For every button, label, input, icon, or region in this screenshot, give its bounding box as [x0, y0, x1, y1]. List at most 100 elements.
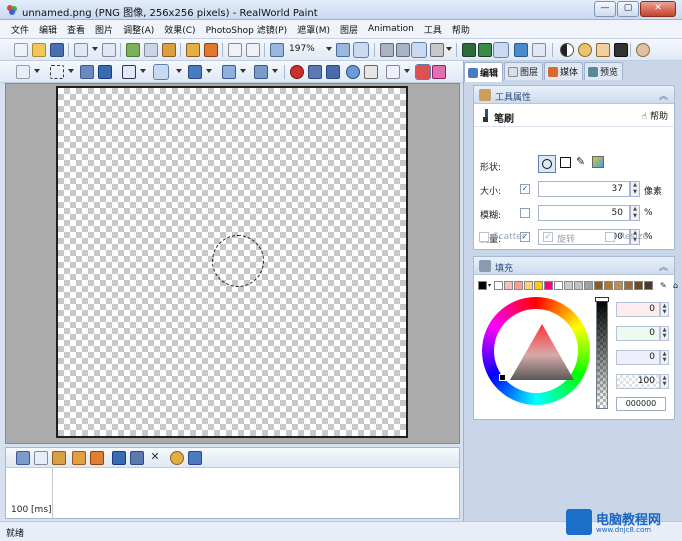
fill-collapse-chevron-icon[interactable]: ︽ — [659, 260, 668, 273]
contrast-icon[interactable] — [560, 43, 574, 57]
menu-photoshop-filters[interactable]: PhotoShop 滤镜(P) — [201, 23, 293, 36]
paste-icon[interactable] — [162, 43, 176, 57]
tab-media[interactable]: 媒体 — [544, 62, 584, 80]
red-spinner[interactable]: ▲ ▼ — [660, 302, 669, 317]
tab-preview[interactable]: 预览 — [584, 62, 624, 80]
swatch-color[interactable] — [564, 281, 573, 290]
fit-screen-icon[interactable] — [353, 42, 369, 58]
resize-checkbox[interactable] — [605, 232, 615, 242]
lasso-icon[interactable] — [98, 65, 112, 79]
marquee-select-icon[interactable] — [50, 65, 64, 79]
eyedropper-small-icon[interactable]: ✎ — [660, 281, 672, 290]
swatch-color[interactable] — [614, 281, 623, 290]
menu-effects[interactable]: 效果(C) — [159, 23, 200, 36]
green-spinner[interactable]: ▲ ▼ — [660, 326, 669, 341]
move-frame-left-icon[interactable] — [112, 451, 126, 465]
pointer-icon[interactable] — [16, 65, 30, 79]
green-input[interactable]: 0 — [616, 326, 660, 341]
redo-icon[interactable] — [102, 43, 116, 57]
pen-icon[interactable] — [614, 43, 628, 57]
menu-adjust[interactable]: 调整(A) — [118, 23, 159, 36]
minimize-button[interactable]: — — [594, 1, 616, 17]
brush-tool-icon[interactable] — [153, 64, 169, 80]
tiles-icon[interactable] — [478, 43, 492, 57]
alpha-slider-thumb[interactable] — [595, 297, 609, 302]
swatch-color[interactable] — [594, 281, 603, 290]
picker-icon[interactable] — [246, 43, 260, 57]
red-eye-icon[interactable] — [290, 65, 304, 79]
shape-custom-button[interactable] — [592, 156, 604, 168]
help-button[interactable]: ☝ 帮助 — [642, 109, 669, 122]
shape-round-button[interactable] — [538, 155, 556, 173]
swatch-color[interactable] — [584, 281, 593, 290]
swatch-color[interactable] — [478, 281, 487, 290]
hand-icon[interactable] — [228, 43, 242, 57]
scatter-checkbox[interactable] — [479, 232, 489, 242]
swatch-color[interactable] — [544, 281, 553, 290]
size-input[interactable]: 37 — [538, 181, 630, 197]
shape-square-button[interactable] — [560, 157, 571, 168]
menu-file[interactable]: 文件 — [6, 23, 34, 36]
blue-spinner[interactable]: ▲ ▼ — [660, 350, 669, 365]
menu-mask[interactable]: 遮罩(M) — [292, 23, 335, 36]
red-input[interactable]: 0 — [616, 302, 660, 317]
image-canvas[interactable] — [56, 86, 408, 438]
text-tool-icon[interactable] — [122, 65, 136, 79]
shape-pen-button[interactable]: ✎ — [576, 156, 588, 168]
moon-icon[interactable] — [578, 43, 592, 57]
new-file-icon[interactable] — [15, 44, 27, 56]
menu-animation[interactable]: Animation — [363, 24, 419, 34]
swatch-color[interactable] — [624, 281, 633, 290]
grid-icon[interactable] — [462, 43, 476, 57]
fill-header[interactable]: 填充 ︽ — [474, 257, 674, 275]
lens-icon[interactable] — [386, 65, 400, 79]
smudge-icon[interactable] — [326, 65, 340, 79]
color-wheel[interactable] — [482, 297, 590, 405]
layer-down-icon[interactable] — [380, 43, 394, 57]
layer-blend-icon[interactable] — [430, 43, 444, 57]
mode-replace-icon[interactable] — [415, 64, 431, 80]
menu-tools[interactable]: 工具 — [419, 23, 447, 36]
tab-edit[interactable]: 编辑 — [464, 62, 504, 82]
alpha-slider[interactable] — [595, 297, 609, 409]
swatch-color[interactable] — [504, 281, 513, 290]
image-icon[interactable] — [514, 43, 528, 57]
preview-panel-icon[interactable] — [493, 42, 509, 58]
play-animation-icon[interactable] — [188, 451, 202, 465]
copy-icon[interactable] — [144, 43, 158, 57]
add-frame-icon[interactable] — [16, 451, 30, 465]
blur-checkbox[interactable] — [520, 208, 530, 218]
menu-help[interactable]: 帮助 — [447, 23, 475, 36]
eraser-icon[interactable] — [596, 43, 610, 57]
menu-edit[interactable]: 编辑 — [34, 23, 62, 36]
close-button[interactable]: ✕ — [640, 1, 676, 17]
magic-wand-icon[interactable] — [80, 65, 94, 79]
swatch-color[interactable] — [644, 281, 653, 290]
rotate-checkbox[interactable]: ✓ — [543, 232, 553, 242]
mode-blend-icon[interactable] — [432, 65, 446, 79]
zoom-in-icon[interactable] — [336, 43, 350, 57]
collapse-chevron-icon[interactable]: ︽ — [659, 89, 668, 102]
menu-image[interactable]: 图片 — [90, 23, 118, 36]
hex-color-input[interactable]: 000000 — [616, 397, 666, 411]
save-icon[interactable] — [50, 43, 64, 57]
home-icon[interactable]: ⌂ — [673, 281, 682, 290]
open-folder-icon[interactable] — [32, 43, 46, 57]
duplicate-frame-icon[interactable] — [34, 451, 48, 465]
menu-layers[interactable]: 图层 — [335, 23, 363, 36]
undo-icon[interactable] — [74, 43, 88, 57]
layer-view-icon[interactable] — [411, 42, 427, 58]
move-frame-right-icon[interactable] — [130, 451, 144, 465]
layer-up-icon[interactable] — [396, 43, 410, 57]
retouch-icon[interactable] — [346, 65, 360, 79]
palette-dropdown-icon[interactable]: ▾ — [488, 281, 493, 290]
frame-time[interactable]: 100 [ms] — [11, 505, 52, 515]
swatch-color[interactable] — [514, 281, 523, 290]
menu-view[interactable]: 查看 — [62, 23, 90, 36]
blur-input[interactable]: 50 — [538, 205, 630, 221]
import-frame-icon[interactable] — [52, 451, 66, 465]
swatch-color[interactable] — [574, 281, 583, 290]
fill-bucket-icon[interactable] — [254, 65, 268, 79]
alpha-input[interactable]: 100 — [616, 374, 660, 389]
blue-input[interactable]: 0 — [616, 350, 660, 365]
